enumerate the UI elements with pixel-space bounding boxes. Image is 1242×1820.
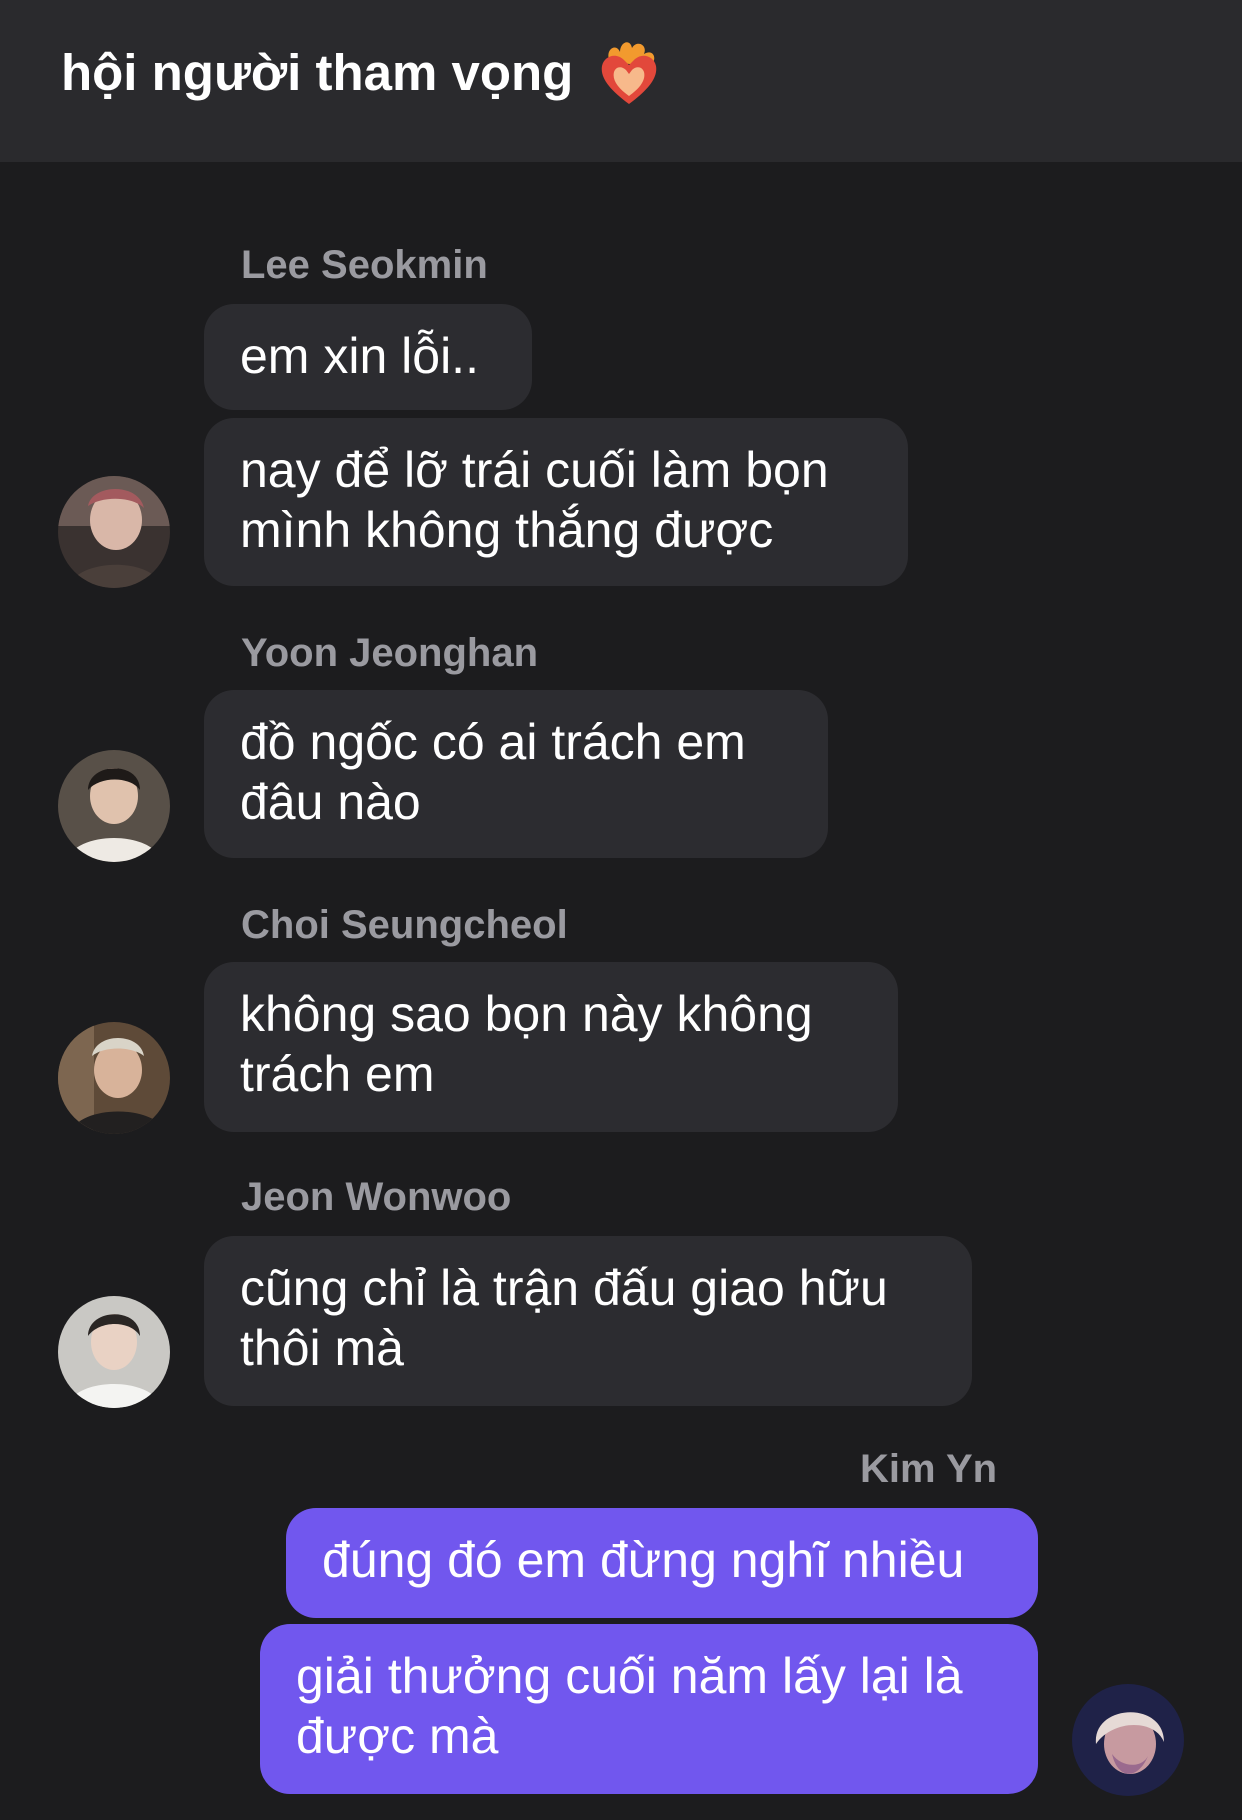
message-text: đồ ngốc có ai trách em <box>240 714 746 770</box>
avatar-lee-seokmin[interactable] <box>58 476 170 588</box>
avatar-choi-seungcheol[interactable] <box>58 1022 170 1134</box>
sender-name: Choi Seungcheol <box>241 903 568 947</box>
message-bubble[interactable]: đúng đó em đừng nghĩ nhiều <box>286 1508 1038 1618</box>
message-bubble[interactable]: giải thưởng cuối năm lấy lại là được mà <box>260 1624 1038 1794</box>
avatar-jeon-wonwoo[interactable] <box>58 1296 170 1408</box>
message-text: nay để lỡ trái cuối làm bọn <box>240 442 829 498</box>
message-text: không sao bọn này không <box>240 986 813 1042</box>
message-text: đúng đó em đừng nghĩ nhiều <box>322 1532 965 1588</box>
sender-name: Jeon Wonwoo <box>241 1175 512 1219</box>
message-text: đâu nào <box>240 774 421 830</box>
sender-name: Kim Yn <box>860 1447 998 1491</box>
sender-name: Lee Seokmin <box>241 243 488 287</box>
message-bubble[interactable]: em xin lỗi.. <box>204 304 532 410</box>
avatar-kim-yn[interactable] <box>1072 1684 1184 1796</box>
message-text: thôi mà <box>240 1320 404 1376</box>
message-text: mình không thắng được <box>240 502 774 558</box>
message-bubble[interactable]: đồ ngốc có ai trách em đâu nào <box>204 690 828 858</box>
message-bubble[interactable]: nay để lỡ trái cuối làm bọn mình không t… <box>204 418 908 586</box>
message-text: giải thưởng cuối năm lấy lại là <box>296 1648 963 1704</box>
sender-name: Yoon Jeonghan <box>241 631 539 675</box>
message-bubble[interactable]: cũng chỉ là trận đấu giao hữu thôi mà <box>204 1236 972 1406</box>
heart-on-fire-icon <box>601 42 657 104</box>
message-text: em xin lỗi.. <box>240 328 479 384</box>
chat-header: hội người tham vọng <box>0 0 1242 162</box>
group-title[interactable]: hội người tham vọng <box>61 40 573 106</box>
message-text: cũng chỉ là trận đấu giao hữu <box>240 1260 888 1316</box>
avatar-yoon-jeonghan[interactable] <box>58 750 170 862</box>
message-text: trách em <box>240 1046 435 1102</box>
message-bubble[interactable]: không sao bọn này không trách em <box>204 962 898 1132</box>
message-text: được mà <box>296 1708 499 1764</box>
